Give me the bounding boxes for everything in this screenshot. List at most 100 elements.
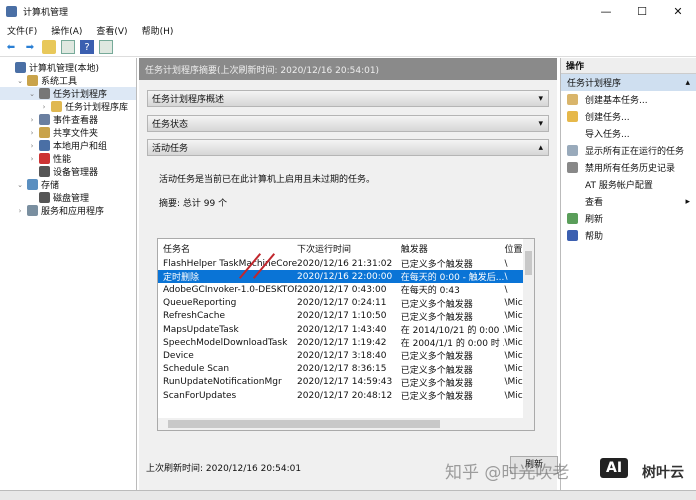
tree-item[interactable]: 磁盘管理 bbox=[0, 191, 136, 204]
tree-node-icon bbox=[39, 114, 50, 125]
table-cell: \Micr bbox=[504, 350, 524, 361]
vertical-scrollbar[interactable] bbox=[523, 239, 534, 419]
tree-item[interactable]: ⌄ 任务计划程序 bbox=[0, 87, 136, 100]
table-row[interactable]: RefreshCache 2020/12/17 1:10:50 已定义多个触发器 \M… bbox=[158, 310, 524, 323]
tree-item[interactable]: › 共享文件夹 bbox=[0, 126, 136, 139]
action-item[interactable]: 查看 ▸ bbox=[561, 193, 696, 210]
expand-arrow-icon[interactable]: › bbox=[28, 142, 36, 150]
action-icon bbox=[567, 196, 578, 207]
action-item[interactable]: 禁用所有任务历史记录 bbox=[561, 159, 696, 176]
tree-item[interactable]: › 服务和应用程序 bbox=[0, 204, 136, 217]
tree-item[interactable]: ⌄ 系统工具 bbox=[0, 74, 136, 87]
column-header-location[interactable]: 位置 bbox=[504, 242, 524, 255]
menu-file[interactable]: 文件(F) bbox=[7, 24, 37, 37]
window-title: 计算机管理 bbox=[23, 7, 69, 18]
close-button[interactable]: ✕ bbox=[660, 0, 696, 22]
tree-node-icon bbox=[39, 140, 50, 151]
tree-item[interactable]: 设备管理器 bbox=[0, 165, 136, 178]
help-icon[interactable]: ? bbox=[80, 40, 94, 54]
expand-arrow-icon[interactable]: › bbox=[28, 129, 36, 137]
table-row[interactable]: 定时删除 2020/12/16 22:00:00 在每天的 0:00 - 触发后..… bbox=[158, 270, 524, 284]
tree-item[interactable]: ⌄ 存储 bbox=[0, 178, 136, 191]
tree-item[interactable]: › 事件查看器 bbox=[0, 113, 136, 126]
action-item[interactable]: 显示所有正在运行的任务 bbox=[561, 142, 696, 159]
table-cell: 2020/12/17 8:36:15 bbox=[297, 364, 387, 375]
show-hide-action-pane-icon[interactable] bbox=[99, 40, 113, 54]
action-icon bbox=[567, 179, 578, 190]
table-cell: SpeechModelDownloadTask bbox=[163, 337, 288, 348]
expand-arrow-icon[interactable]: › bbox=[28, 155, 36, 163]
actions-group-label: 任务计划程序 bbox=[567, 79, 622, 89]
action-item[interactable]: 创建任务... bbox=[561, 108, 696, 125]
scroll-thumb[interactable] bbox=[525, 251, 532, 275]
menu-view[interactable]: 查看(V) bbox=[96, 24, 127, 37]
table-cell: 2020/12/17 1:43:40 bbox=[297, 324, 387, 335]
table-row[interactable]: QueueReporting 2020/12/17 0:24:11 已定义多个触发器… bbox=[158, 297, 524, 310]
table-cell: \Micr bbox=[504, 311, 524, 322]
tree-node-icon bbox=[39, 127, 50, 138]
action-item[interactable]: 帮助 bbox=[561, 227, 696, 244]
table-row[interactable]: Schedule Scan 2020/12/17 8:36:15 已定义多个触发器 \… bbox=[158, 363, 524, 376]
expand-arrow-icon[interactable]: ⌄ bbox=[28, 90, 36, 98]
menu-help[interactable]: 帮助(H) bbox=[142, 24, 174, 37]
table-cell: 2020/12/16 22:00:00 bbox=[297, 271, 393, 282]
table-cell: 2020/12/16 21:31:02 bbox=[297, 258, 393, 269]
active-tasks-summary: 摘要: 总计 99 个 bbox=[159, 199, 228, 209]
column-header-trigger[interactable]: 触发器 bbox=[401, 242, 505, 255]
tree-item[interactable]: 计算机管理(本地) bbox=[0, 61, 136, 74]
action-item[interactable]: 导入任务... bbox=[561, 125, 696, 142]
back-icon[interactable]: ⬅ bbox=[4, 40, 18, 54]
tree-item-label: 事件查看器 bbox=[53, 116, 99, 126]
table-row[interactable]: RunUpdateNotificationMgr 2020/12/17 14:59… bbox=[158, 376, 524, 389]
expand-arrow-icon[interactable]: › bbox=[16, 207, 24, 215]
column-header-name[interactable]: 任务名 bbox=[158, 242, 297, 255]
tree-item-label: 任务计划程序 bbox=[53, 90, 108, 100]
table-cell: 2020/12/17 0:43:00 bbox=[297, 284, 387, 295]
section-overview[interactable]: 任务计划程序概述 ▾ bbox=[147, 90, 549, 107]
action-item[interactable]: AT 服务帐户配置 bbox=[561, 176, 696, 193]
table-cell: \Micr bbox=[504, 377, 524, 388]
table-cell: 已定义多个触发器 bbox=[400, 392, 473, 402]
table-row[interactable]: Device 2020/12/17 3:18:40 已定义多个触发器 \Micr bbox=[158, 349, 524, 363]
scroll-thumb[interactable] bbox=[168, 420, 440, 428]
actions-pane: 操作 任务计划程序 ▴ 创建基本任务... 创建任务... 导入任务... 显示所有正在… bbox=[560, 58, 696, 490]
table-cell: ScanForUpdates bbox=[163, 390, 237, 401]
show-hide-tree-icon[interactable] bbox=[61, 40, 75, 54]
table-row[interactable]: ScanForUpdates 2020/12/17 20:48:12 已定义多个触发… bbox=[158, 389, 524, 403]
table-cell: 定时删除 bbox=[163, 273, 200, 284]
expand-arrow-icon[interactable]: ⌄ bbox=[16, 181, 24, 189]
table-row[interactable]: MapsUpdateTask 2020/12/17 1:43:40 在 2014/1… bbox=[158, 323, 524, 337]
section-active-tasks[interactable]: 活动任务 ▴ bbox=[147, 139, 549, 156]
main-pane: 任务计划程序摘要(上次刷新时间: 2020/12/16 20:54:01) 任务… bbox=[139, 58, 558, 490]
actions-group-header[interactable]: 任务计划程序 ▴ bbox=[561, 74, 696, 91]
table-cell: \ bbox=[504, 284, 508, 295]
forward-icon[interactable]: ➡ bbox=[23, 40, 37, 54]
up-folder-icon[interactable] bbox=[42, 40, 56, 54]
tree-node-icon bbox=[51, 101, 62, 112]
table-cell: 2020/12/17 1:19:42 bbox=[297, 337, 387, 348]
action-item[interactable]: 创建基本任务... bbox=[561, 91, 696, 108]
column-header-next-run[interactable]: 下次运行时间 bbox=[297, 242, 401, 255]
tree-item-label: 存储 bbox=[41, 181, 60, 191]
computer-management-icon bbox=[6, 5, 17, 17]
summary-header: 任务计划程序摘要(上次刷新时间: 2020/12/16 20:54:01) bbox=[139, 58, 557, 80]
chevron-up-icon: ▴ bbox=[538, 142, 543, 153]
expand-arrow-icon[interactable]: ⌄ bbox=[16, 77, 24, 85]
action-label: 帮助 bbox=[585, 232, 604, 242]
expand-arrow-icon[interactable]: › bbox=[40, 103, 48, 111]
maximize-button[interactable]: ☐ bbox=[624, 0, 660, 22]
expand-arrow-icon[interactable]: › bbox=[28, 116, 36, 124]
table-row[interactable]: AdobeGCInvoker-1.0-DESKTOP-... 2020/12/17… bbox=[158, 283, 524, 297]
table-row[interactable]: SpeechModelDownloadTask 2020/12/17 1:19:4… bbox=[158, 336, 524, 350]
tree-node-icon bbox=[27, 179, 38, 190]
horizontal-scrollbar[interactable] bbox=[158, 418, 534, 430]
action-label: 创建任务... bbox=[585, 113, 630, 123]
minimize-button[interactable]: — bbox=[588, 0, 624, 22]
table-row[interactable]: FlashHelper TaskMachineCore 2020/12/16 21… bbox=[158, 257, 524, 271]
tree-item[interactable]: › 任务计划程序库 bbox=[0, 100, 136, 113]
section-task-status[interactable]: 任务状态 ▾ bbox=[147, 115, 549, 132]
tree-item[interactable]: › 本地用户和组 bbox=[0, 139, 136, 152]
tree-item[interactable]: › 性能 bbox=[0, 152, 136, 165]
menu-action[interactable]: 操作(A) bbox=[51, 24, 82, 37]
action-item[interactable]: 刷新 bbox=[561, 210, 696, 227]
